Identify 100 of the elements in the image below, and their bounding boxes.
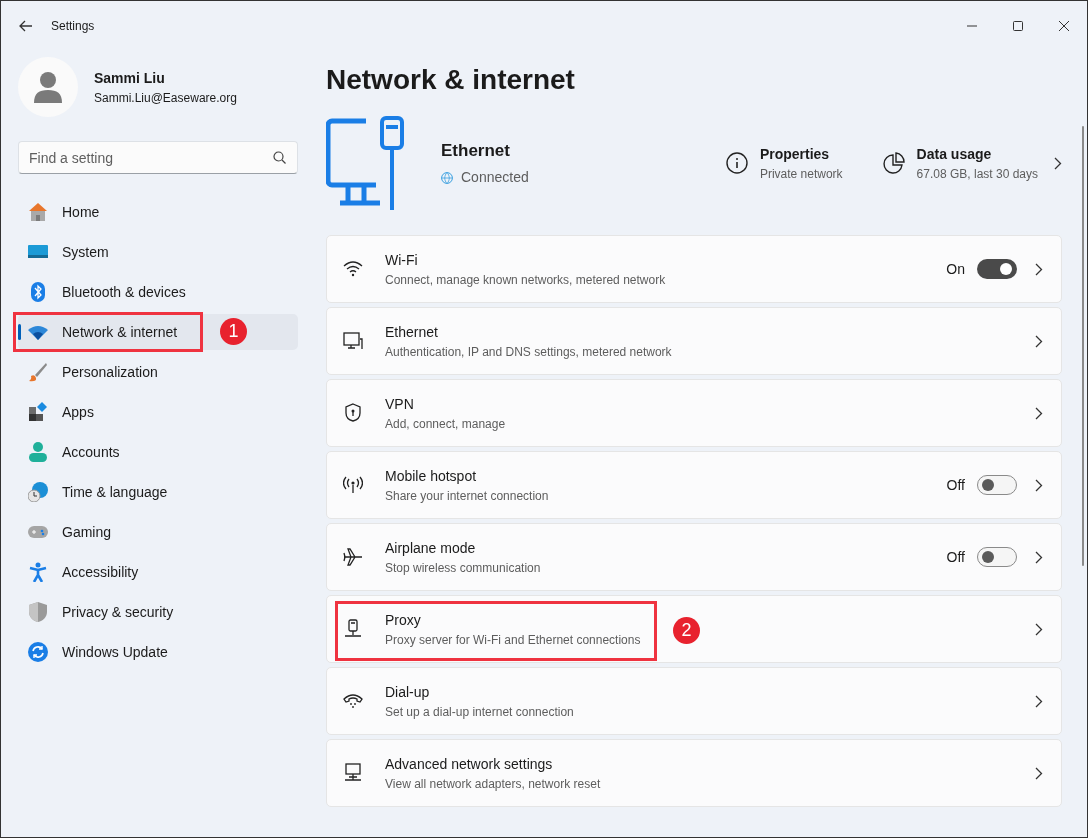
- sidebar-item[interactable]: Privacy & security: [18, 594, 298, 630]
- scrollbar[interactable]: [1082, 126, 1084, 566]
- chevron-right-icon: [1035, 478, 1043, 492]
- chevron-right-icon: [1035, 334, 1043, 348]
- chevron-right-icon: [1035, 550, 1043, 564]
- user-name: Sammi Liu: [94, 68, 166, 88]
- user-email: Sammi.Liu@Easeware.org: [94, 89, 237, 107]
- shield-icon: [28, 602, 48, 622]
- house-icon: [28, 202, 48, 222]
- row-subtitle: Connect, manage known networks, metered network: [385, 271, 666, 289]
- globe-icon: [441, 171, 453, 184]
- sidebar-item-label: Gaming: [62, 522, 112, 542]
- step-number: 1: [220, 318, 247, 345]
- sidebar-item[interactable]: Bluetooth & devices: [18, 274, 298, 310]
- row-subtitle: Proxy server for Wi-Fi and Ethernet connections: [385, 631, 641, 649]
- sidebar-item-label: Personalization: [62, 362, 158, 382]
- window-title: Settings: [51, 18, 95, 35]
- shield-icon: [343, 403, 363, 423]
- properties-link[interactable]: Properties Private network: [725, 143, 843, 183]
- chevron-right-icon: [1035, 262, 1043, 276]
- sidebar-item-label: Accounts: [62, 442, 120, 462]
- sidebar-item[interactable]: Personalization: [18, 354, 298, 390]
- sidebar-item-label: System: [62, 242, 109, 262]
- sidebar-item[interactable]: Accessibility: [18, 554, 298, 590]
- pie-chart-icon: [882, 152, 905, 174]
- clock-globe-icon: [28, 482, 48, 502]
- row-title: Ethernet: [385, 322, 439, 342]
- row-title: Wi-Fi: [385, 250, 419, 270]
- row-subtitle: Share your internet connection: [385, 487, 549, 505]
- back-arrow-icon[interactable]: [19, 20, 33, 32]
- paintbrush-icon: [28, 362, 48, 382]
- sidebar-item-label: Privacy & security: [62, 602, 174, 622]
- person-icon: [28, 442, 48, 462]
- sidebar-item[interactable]: Apps: [18, 394, 298, 430]
- row-title: Airplane mode: [385, 538, 477, 558]
- wifi-icon: [343, 259, 363, 279]
- sidebar-item-label: Apps: [62, 402, 94, 422]
- selection-indicator: [18, 324, 21, 340]
- settings-row[interactable]: Dial-up Set up a dial-up internet connection: [326, 667, 1062, 735]
- sidebar-item[interactable]: Windows Update: [18, 634, 298, 670]
- info-icon: [725, 152, 748, 174]
- network-computer-icon: [343, 763, 363, 783]
- settings-row[interactable]: VPN Add, connect, manage: [326, 379, 1062, 447]
- data-usage-subtitle: 67.08 GB, last 30 days: [916, 165, 1038, 183]
- sidebar-item-label: Home: [62, 202, 100, 222]
- toggle-state: On: [946, 259, 965, 279]
- search-icon: [273, 151, 286, 164]
- computer-icon: [343, 331, 363, 351]
- connection-status: Connected: [461, 168, 529, 188]
- settings-row[interactable]: Ethernet Authentication, IP and DNS settings, metered network: [326, 307, 1062, 375]
- accessibility-icon: [28, 562, 48, 582]
- row-subtitle: Authentication, IP and DNS settings, metered network: [385, 343, 672, 361]
- toggle-state: Off: [946, 475, 965, 495]
- sidebar-item-label: Bluetooth & devices: [62, 282, 186, 302]
- sidebar-item[interactable]: System: [18, 234, 298, 270]
- sidebar-item[interactable]: Gaming: [18, 514, 298, 550]
- settings-row[interactable]: Airplane mode Stop wireless communication Off: [326, 523, 1062, 591]
- chevron-right-icon: [1035, 694, 1043, 708]
- settings-row[interactable]: Wi-Fi Connect, manage known networks, metered network On: [326, 235, 1062, 303]
- sidebar-item[interactable]: Home: [18, 194, 298, 230]
- bluetooth-icon: [28, 282, 48, 302]
- row-title: VPN: [385, 394, 415, 414]
- data-usage-link[interactable]: Data usage 67.08 GB, last 30 days: [882, 143, 1038, 183]
- connection-name: Ethernet: [441, 139, 511, 162]
- toggle-switch[interactable]: [977, 475, 1017, 495]
- sidebar-item-label: Windows Update: [62, 642, 168, 662]
- step-number: 2: [673, 617, 700, 644]
- settings-row[interactable]: Proxy Proxy server for Wi-Fi and Ethernet connections 2: [326, 595, 1062, 663]
- search-field[interactable]: Find a setting: [18, 141, 298, 174]
- sidebar-item-label: Network & internet: [62, 322, 178, 342]
- properties-subtitle: Private network: [759, 165, 843, 183]
- maximize-icon: [1013, 21, 1023, 31]
- row-subtitle: Add, connect, manage: [385, 415, 506, 433]
- airplane-icon: [343, 547, 363, 567]
- sidebar-item-label: Time & language: [62, 482, 168, 502]
- toggle-switch[interactable]: [977, 547, 1017, 567]
- close-icon: [1059, 21, 1069, 31]
- row-title: Dial-up: [385, 682, 431, 702]
- page-title: Network & internet: [326, 63, 576, 97]
- chevron-right-icon: [1035, 622, 1043, 636]
- apps-icon: [28, 402, 48, 422]
- sidebar-item-label: Accessibility: [62, 562, 139, 582]
- settings-row[interactable]: Advanced network settings View all network adapters, network reset: [326, 739, 1062, 807]
- chevron-right-icon: [1054, 156, 1062, 170]
- sidebar-item[interactable]: Accounts: [18, 434, 298, 470]
- data-usage-title: Data usage: [916, 144, 993, 164]
- antenna-icon: [343, 475, 363, 495]
- proxy-device-icon: [343, 619, 363, 639]
- row-title: Advanced network settings: [385, 754, 554, 774]
- toggle-switch[interactable]: [977, 259, 1017, 279]
- sidebar-item[interactable]: Time & language: [18, 474, 298, 510]
- sync-icon: [28, 642, 48, 662]
- phone-icon: [343, 691, 363, 711]
- settings-row[interactable]: Mobile hotspot Share your internet connection Off: [326, 451, 1062, 519]
- chevron-right-icon: [1035, 766, 1043, 780]
- toggle-state: Off: [946, 547, 965, 567]
- person-silhouette-icon: [33, 71, 63, 103]
- properties-title: Properties: [759, 144, 831, 164]
- row-title: Mobile hotspot: [385, 466, 478, 486]
- row-subtitle: View all network adapters, network reset: [385, 775, 601, 793]
